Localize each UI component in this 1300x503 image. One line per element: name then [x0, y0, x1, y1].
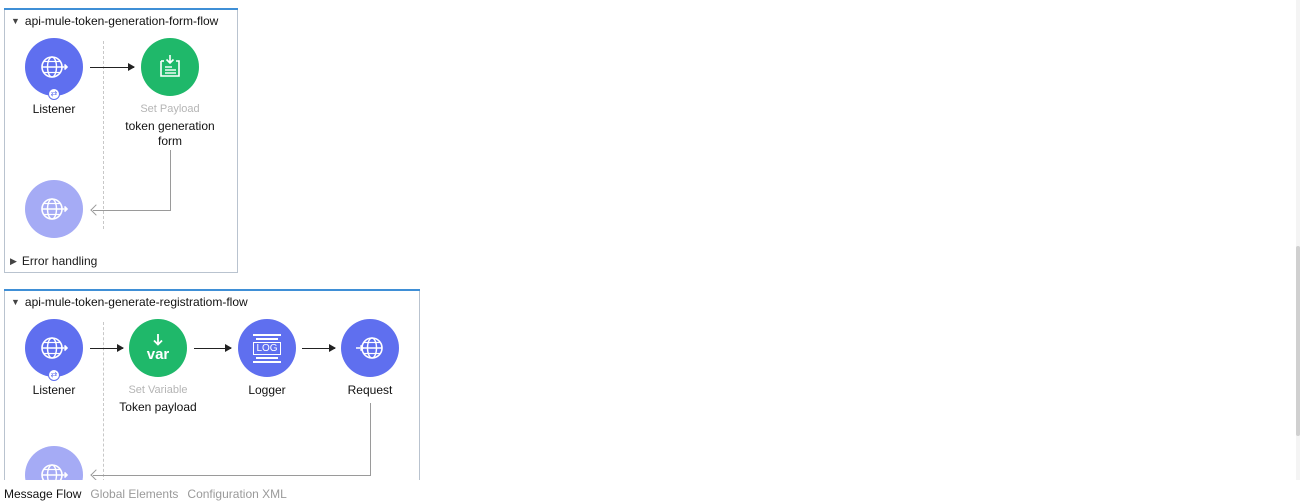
set-payload-label-line2: form: [158, 134, 182, 148]
source-separator: [103, 41, 104, 229]
listener-response[interactable]: [15, 446, 93, 480]
globe-icon: [355, 333, 385, 363]
log-icon: LOG: [253, 333, 281, 363]
reconnect-badge-icon: ⇄: [48, 369, 60, 381]
request-circle: [341, 319, 399, 377]
tab-message-flow[interactable]: Message Flow: [0, 487, 86, 501]
logger-circle: LOG: [238, 319, 296, 377]
listener-response-circle: [25, 446, 83, 480]
globe-icon: [39, 333, 69, 363]
vertical-scrollbar[interactable]: [1296, 0, 1300, 480]
collapse-triangle-icon[interactable]: ▼: [11, 297, 20, 307]
logger-component[interactable]: LOG Logger: [227, 319, 307, 399]
var-icon-text: var: [146, 346, 170, 363]
expand-triangle-icon[interactable]: ▶: [10, 256, 17, 267]
globe-icon: [39, 194, 69, 224]
log-icon-text: LOG: [253, 341, 281, 355]
return-line: [370, 403, 371, 475]
tab-global-elements[interactable]: Global Elements: [86, 487, 183, 501]
flow-header[interactable]: ▼ api-mule-token-generate-registratiom-f…: [11, 294, 248, 310]
return-line: [170, 150, 171, 210]
editor-tabs: Message Flow Global Elements Configurati…: [0, 484, 292, 503]
listener-label: Listener: [32, 383, 76, 397]
listener-component[interactable]: ⇄ Listener: [15, 38, 93, 118]
listener-label: Listener: [32, 102, 76, 116]
scrollbar-thumb[interactable]: [1296, 246, 1300, 436]
error-handling-label: Error handling: [21, 254, 98, 268]
listener-component[interactable]: ⇄ Listener: [15, 319, 93, 399]
reconnect-badge-icon: ⇄: [48, 88, 60, 100]
flow-title: api-mule-token-generation-form-flow: [24, 14, 219, 28]
listener-response-circle: [25, 180, 83, 238]
error-handling-toggle[interactable]: ▶ Error handling: [10, 254, 97, 268]
request-component[interactable]: Request: [330, 319, 410, 399]
logger-label: Logger: [248, 383, 286, 397]
collapse-triangle-icon[interactable]: ▼: [11, 16, 20, 26]
flow-title: api-mule-token-generate-registratiom-flo…: [24, 295, 248, 309]
return-line: [93, 210, 171, 211]
set-variable-circle: var: [129, 319, 187, 377]
tab-configuration-xml[interactable]: Configuration XML: [183, 487, 291, 501]
listener-response[interactable]: [15, 180, 93, 238]
set-variable-component[interactable]: var Set Variable Token payload: [104, 319, 212, 415]
globe-icon: [39, 52, 69, 82]
return-line: [93, 475, 371, 476]
flow-arrow: [194, 344, 232, 352]
globe-icon: [39, 460, 69, 480]
set-payload-circle: [141, 38, 199, 96]
component-type-label: Set Variable: [128, 384, 188, 396]
component-type-label: Set Payload: [140, 103, 200, 115]
set-variable-label: Token payload: [119, 400, 197, 414]
flow-header[interactable]: ▼ api-mule-token-generation-form-flow: [11, 13, 218, 29]
set-payload-label-line1: token generation: [125, 119, 215, 133]
set-payload-component[interactable]: Set Payload token generation form: [110, 38, 230, 148]
set-payload-icon: [160, 55, 180, 77]
request-label: Request: [347, 383, 393, 397]
message-flow-canvas[interactable]: ▼ api-mule-token-generation-form-flow ▶ …: [0, 0, 1300, 480]
set-variable-icon: var: [146, 334, 170, 363]
